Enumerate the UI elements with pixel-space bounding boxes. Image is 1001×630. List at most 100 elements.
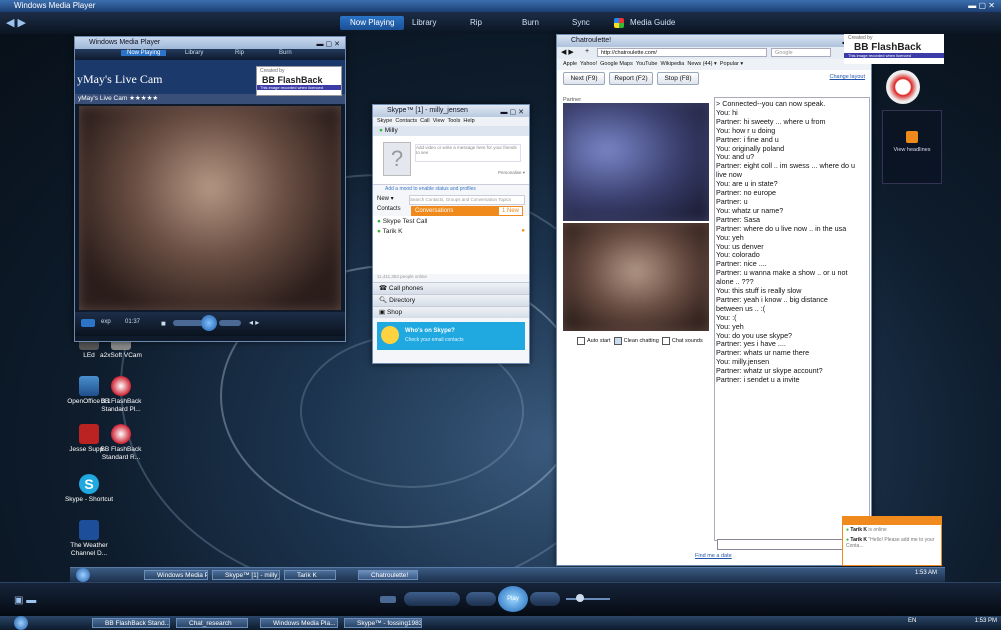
start-orb-icon[interactable]	[14, 616, 28, 630]
section-shop[interactable]: ▣ Shop	[373, 306, 529, 318]
volume-thumb[interactable]	[576, 594, 584, 602]
task-skype-outer[interactable]: Skype™ - fossing1983	[344, 618, 422, 628]
add-tab-icon[interactable]: +	[585, 48, 589, 55]
chat-log: > Connected--you can now speak. You: hi Pa…	[716, 100, 856, 530]
wmp-tab-rip[interactable]: Rip	[235, 50, 244, 56]
start-orb-icon[interactable]	[76, 568, 90, 582]
skype-title: Skype™ [1] - milly_jensen	[387, 107, 468, 114]
tab-sync[interactable]: Sync	[572, 16, 590, 30]
report-button[interactable]: Report (F2)	[609, 72, 653, 85]
banner-tagline: This image recorded when licenced	[257, 85, 341, 90]
toast-text: is online	[868, 527, 887, 533]
clean-chatting-checkbox[interactable]: Clean chatting	[613, 337, 659, 345]
menu-tools[interactable]: Tools	[447, 118, 460, 124]
section-directory[interactable]: 🔍︎ Directory	[373, 294, 529, 306]
unread-dot-icon: ●	[521, 228, 525, 234]
section-call-phones[interactable]: ☎ Call phones	[373, 282, 529, 294]
outer-window-controls[interactable]: ▬ ▢ ✕	[968, 0, 995, 12]
task-wmp[interactable]: Windows Media Pla...	[144, 570, 208, 580]
volume-icon[interactable]: ◂ ▸	[249, 318, 259, 327]
windows-logo-icon	[614, 18, 624, 28]
menu-contacts[interactable]: Contacts	[395, 118, 417, 124]
tab-media-guide[interactable]: Media Guide	[630, 16, 675, 30]
desktop-icon-skype[interactable]: S Skype - Shortcut	[64, 474, 114, 504]
language-indicator[interactable]: EN	[908, 618, 916, 624]
wmp-tab-burn[interactable]: Burn	[279, 50, 292, 56]
task-chat-research[interactable]: Chat_research	[176, 618, 248, 628]
bookmark-youtube[interactable]: YouTube	[636, 61, 658, 67]
window-controls[interactable]: ▬▢✕	[501, 107, 526, 119]
back-forward-icon[interactable]: ◀ ▶	[561, 48, 574, 56]
wmp-tab-now-playing[interactable]: Now Playing	[121, 50, 167, 56]
task-bbflashback[interactable]: BB FlashBack Stand...	[92, 618, 170, 628]
bookmark-news[interactable]: News (44) ▾	[687, 61, 716, 67]
find-date-link[interactable]: Find me a date	[695, 553, 732, 559]
skype-tabs: Contacts Conversations 1 New	[373, 206, 529, 216]
stop-icon[interactable]: ■	[161, 319, 166, 328]
search-input[interactable]: Google	[771, 48, 831, 57]
stop-button[interactable]: Stop (F8)	[657, 72, 699, 85]
tab-burn[interactable]: Burn	[522, 16, 539, 30]
tab-now-playing[interactable]: Now Playing	[340, 16, 405, 30]
menu-skype[interactable]: Skype	[377, 118, 392, 124]
pause-button[interactable]	[201, 315, 217, 331]
menu-view[interactable]: View	[433, 118, 445, 124]
auto-start-checkbox[interactable]: Auto start	[577, 337, 611, 345]
skype-user-bar[interactable]: ● Milly	[373, 126, 529, 136]
bookmarks-bar: Apple Yahoo! Google Maps YouTube Wikiped…	[557, 59, 871, 70]
promo-box[interactable]: Who's on Skype? Check your email contact…	[377, 322, 525, 350]
outer-taskbar: BB FlashBack Stand... Chat_research Wind…	[0, 616, 1001, 630]
browser-title-bar: Chatroulette! ▬▢✕	[557, 35, 871, 47]
feed-gadget[interactable]: View headlines	[882, 110, 942, 184]
play-button[interactable]: Play	[498, 586, 528, 612]
menu-call[interactable]: Call	[420, 118, 429, 124]
status-text: exp	[101, 319, 111, 325]
wmp-tab-library[interactable]: Library	[185, 50, 203, 56]
desktop-icon-weather[interactable]: The Weather Channel D...	[64, 520, 114, 558]
banner-created-by: Created by	[260, 68, 285, 74]
bookmark-apple[interactable]: Apple	[563, 61, 577, 67]
next-button[interactable]: Next (F9)	[563, 72, 605, 85]
tab-rip[interactable]: Rip	[470, 16, 482, 30]
contact-row[interactable]: ● Tarik K	[377, 228, 403, 235]
change-layout-link[interactable]: Change layout	[830, 74, 865, 80]
contact-search-input[interactable]: Search Contacts, Groups and Conversation…	[409, 195, 525, 205]
back-forward-icon[interactable]: ◀ ▶	[6, 16, 26, 29]
repeat-stop-group[interactable]	[404, 592, 460, 606]
menu-help[interactable]: Help	[463, 118, 474, 124]
desktop-icon-bbflashback-player[interactable]: BB FlashBack Standard Pl...	[96, 376, 146, 414]
task-chatroulette[interactable]: Chatroulette!	[358, 570, 418, 580]
contact-row[interactable]: ● Skype Test Call	[377, 218, 427, 225]
task-tarik[interactable]: Tarik K	[284, 570, 336, 580]
mood-field[interactable]: Add video or write a message here for yo…	[415, 144, 521, 162]
status-link[interactable]: Add a mood to enable status and profiles	[373, 185, 529, 194]
bookmark-yahoo[interactable]: Yahoo!	[580, 61, 597, 67]
desktop-icon-label: Skype - Shortcut	[64, 496, 114, 503]
clock-gadget-icon[interactable]	[886, 70, 920, 104]
contact-list: ● Skype Test Call ● Tarik K ●	[373, 216, 529, 274]
prev-button[interactable]	[173, 320, 203, 326]
bookmark-popular[interactable]: Popular ▾	[720, 61, 743, 67]
shuffle-icon[interactable]	[380, 596, 396, 603]
avatar-placeholder-icon[interactable]: ?	[383, 142, 411, 176]
next-button[interactable]	[530, 592, 560, 606]
task-wmp-outer[interactable]: Windows Media Pla...	[260, 618, 338, 628]
prev-button[interactable]	[466, 592, 496, 606]
tab-library[interactable]: Library	[412, 16, 436, 30]
bookmark-wikipedia[interactable]: Wikipedia	[661, 61, 685, 67]
volume-slider[interactable]	[566, 598, 610, 600]
url-input[interactable]: http://chatroulette.com/	[597, 48, 767, 57]
skype-notification[interactable]: ● Tarik K is online ● Tarik K "Hello! Pl…	[842, 516, 942, 566]
task-skype[interactable]: Skype™ [1] - milly_je...	[212, 570, 280, 580]
switch-view-icon[interactable]	[81, 319, 95, 327]
promo-title: Who's on Skype?	[405, 328, 455, 334]
tab-conversations[interactable]: Conversations 1 New	[411, 206, 523, 216]
new-button[interactable]: New ▾	[377, 195, 394, 202]
next-button[interactable]	[219, 320, 241, 326]
desktop-icon-bbflashback-recorder[interactable]: BB FlashBack Standard R...	[96, 424, 146, 462]
personalise-button[interactable]: Personalise ▾	[498, 170, 525, 176]
bookmark-google-maps[interactable]: Google Maps	[600, 61, 633, 67]
tab-contacts[interactable]: Contacts	[377, 206, 401, 212]
switch-view-icon[interactable]: ▣ ▬	[14, 595, 36, 606]
chat-sounds-checkbox[interactable]: Chat sounds	[661, 337, 703, 345]
